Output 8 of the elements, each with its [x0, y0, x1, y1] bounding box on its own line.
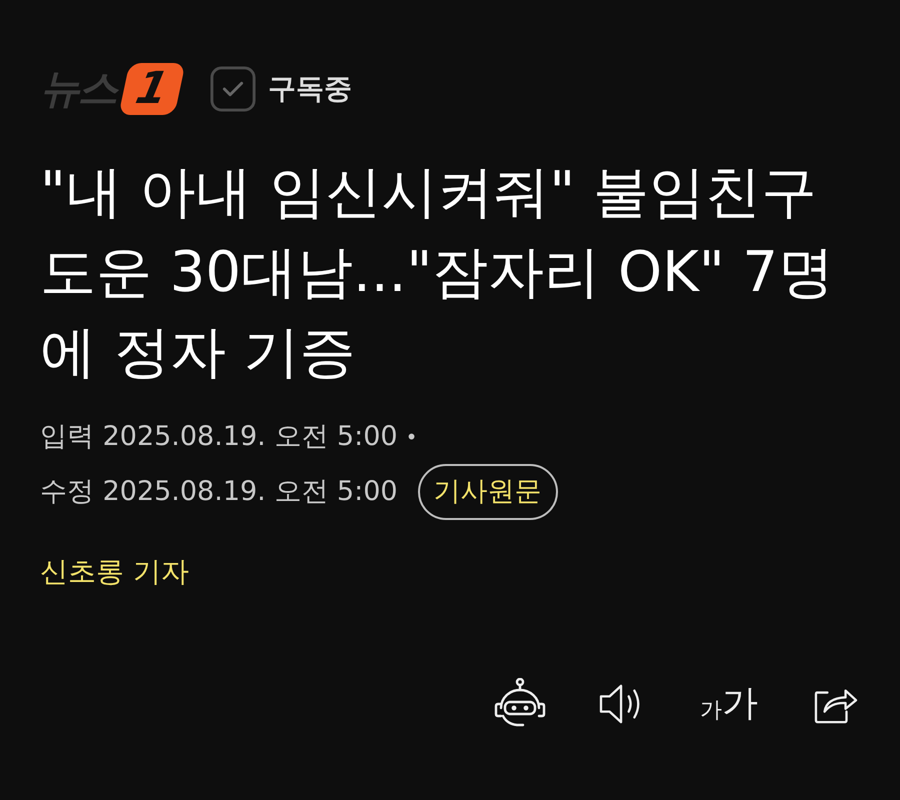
article-title: "내 아내 임신시켜줘" 불임친구 도운 30대남..."잠자리 OK" 7명에 정자 기증 [40, 159, 836, 387]
modified-date: 수정 2025.08.19. 오전 5:00 [40, 474, 398, 509]
font-size-button[interactable]: 가가 [694, 676, 764, 732]
subscribe-button[interactable]: 구독중 [210, 66, 352, 112]
separator-dot: • [406, 424, 418, 451]
published-date: 입력 2025.08.19. 오전 5:00 [40, 420, 398, 454]
original-article-button[interactable]: 기사원문 [418, 464, 558, 520]
reporter-link[interactable]: 신초롱 기자 [40, 551, 189, 593]
